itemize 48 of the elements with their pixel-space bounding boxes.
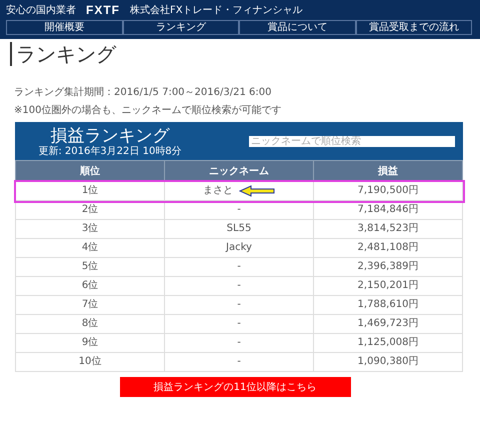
table-cell: -: [237, 299, 241, 311]
table-cell: -: [237, 356, 241, 368]
table-cell: 7位: [16, 296, 164, 314]
table-cell: 1,090,380円: [314, 352, 462, 372]
table-cell: 2,481,108円: [314, 238, 462, 258]
table-cell: 1,125,008円: [314, 334, 462, 352]
table-cell: 10位: [16, 352, 164, 372]
table-cell: 7,184,846円: [314, 200, 462, 220]
more-button[interactable]: 損益ランキングの11位以降はこちら: [120, 377, 350, 397]
table-cell: 1位: [16, 182, 164, 200]
table-cell: -: [237, 280, 241, 292]
page-title: ランキング: [10, 42, 480, 66]
company-name: 株式会社FXトレード・フィナンシャル: [130, 4, 303, 17]
table-cell: -: [237, 261, 241, 273]
table-cell: 1,469,723円: [314, 314, 462, 334]
table-cell: 9位: [16, 334, 164, 352]
table-cell: 1,788,610円: [314, 296, 462, 314]
table-cell: 3,814,523円: [314, 220, 462, 238]
search-field[interactable]: ニックネームで順位検索: [249, 136, 455, 146]
table-cell: 4位: [16, 238, 164, 258]
arrow-icon: [239, 185, 275, 197]
note-text: ※100位圏外の場合も、ニックネームで順位検索が可能です: [14, 104, 282, 117]
table-cell: SL55: [226, 223, 252, 235]
ranking-title: 損益ランキング: [50, 126, 170, 146]
column-header: 順位: [16, 160, 164, 182]
period-text: ランキング集計期間：2016/1/5 7:00～2016/3/21 6:00: [14, 86, 272, 99]
nav-tab[interactable]: 賞品について: [239, 20, 356, 35]
table-cell: -: [237, 204, 241, 216]
table-cell: まさと: [203, 185, 233, 197]
table-cell: 7,190,500円: [314, 182, 462, 200]
column-header: ニックネーム: [164, 160, 314, 182]
table-cell: 5位: [16, 258, 164, 276]
column-header: 損益: [314, 160, 462, 182]
table-cell: 2,150,201円: [314, 276, 462, 296]
nav-tab[interactable]: 賞品受取までの流れ: [356, 20, 472, 35]
table-cell: 6位: [16, 276, 164, 296]
table-cell: -: [237, 318, 241, 330]
table-cell: 2,396,389円: [314, 258, 462, 276]
nav-tab[interactable]: 開催概要: [6, 20, 122, 35]
table-cell: Jacky: [226, 242, 252, 254]
table-cell: -: [237, 337, 241, 349]
update-time: 更新: 2016年3月22日 10時8分: [37, 146, 183, 156]
table-cell: 2位: [16, 200, 164, 220]
logo: FXTF: [86, 3, 120, 17]
table-cell: 8位: [16, 314, 164, 334]
tagline: 安心の国内業者: [6, 4, 76, 17]
nav-tab[interactable]: ランキング: [122, 20, 239, 35]
table-cell: 3位: [16, 220, 164, 238]
